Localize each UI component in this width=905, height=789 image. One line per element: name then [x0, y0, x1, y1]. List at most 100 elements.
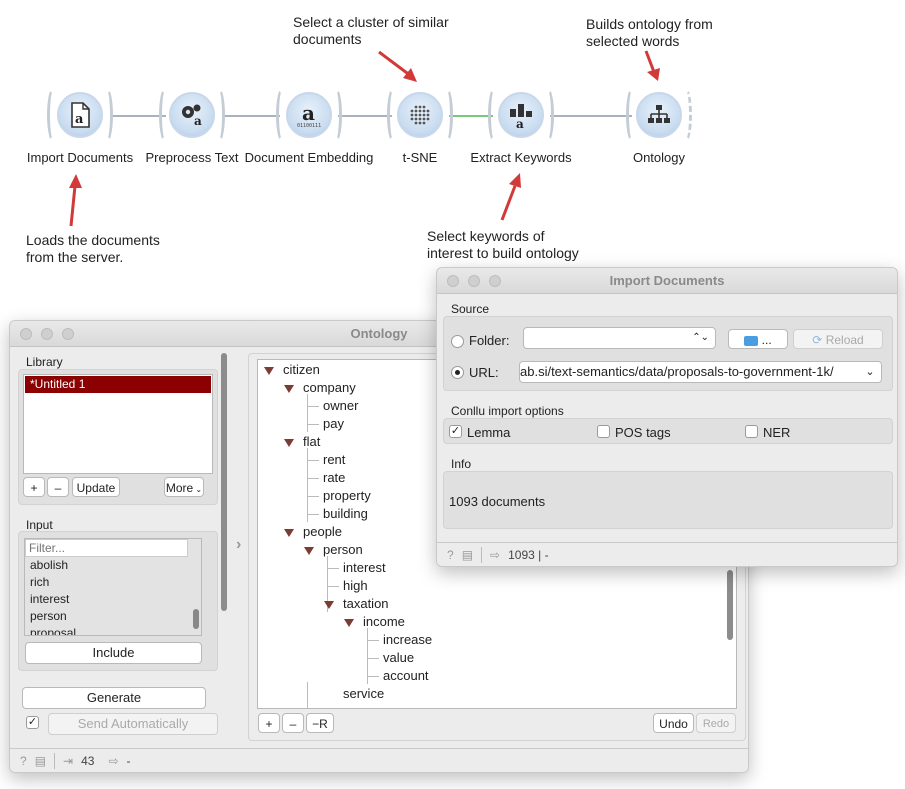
input-word[interactable]: person [30, 608, 201, 625]
undo-button[interactable]: Undo [653, 713, 694, 733]
note-ontology: Builds ontology from selected words [586, 16, 713, 49]
link-embedding-tsne [338, 115, 392, 117]
send-automatically-checkbox[interactable]: ✓ [26, 716, 39, 729]
tree-node-income[interactable]: income [363, 614, 405, 629]
left-panel-scrollbar[interactable] [221, 353, 227, 611]
tree-remove-all-button[interactable]: −R [306, 713, 334, 733]
import-documents-window: Import Documents Source Folder: ⌃⌄ ... ⟳… [436, 267, 898, 567]
tree-node-company[interactable]: company [303, 380, 356, 395]
tree-node-increase[interactable]: increase [383, 632, 432, 647]
library-remove-button[interactable]: – [47, 477, 69, 497]
input-label: Input [26, 518, 53, 532]
collapse-arrow-icon[interactable]: › [236, 536, 241, 554]
folder-select[interactable]: ⌃⌄ [523, 327, 716, 349]
close-button[interactable] [20, 328, 32, 340]
tree-node-owner[interactable]: owner [323, 398, 358, 413]
input-word[interactable]: abolish [30, 557, 201, 574]
tsne-icon [397, 92, 443, 138]
window-title: Ontology [350, 326, 408, 341]
zoom-button[interactable] [489, 275, 501, 287]
input-icon: ⇥ [63, 753, 74, 768]
tree-node-building[interactable]: building [323, 506, 368, 521]
note-import: Loads the documents from the server. [26, 232, 160, 265]
link-tsne-keywords [449, 115, 493, 117]
tree-node-account[interactable]: account [383, 668, 429, 683]
input-word[interactable]: rich [30, 574, 201, 591]
browse-folder-button[interactable]: ... [728, 329, 788, 349]
library-update-button[interactable]: Update [72, 477, 120, 497]
tree-node-service[interactable]: service [343, 686, 384, 701]
close-button[interactable] [447, 275, 459, 287]
minimize-button[interactable] [468, 275, 480, 287]
folder-radio[interactable] [451, 335, 464, 348]
ner-checkbox[interactable] [745, 425, 758, 438]
conllu-label: Conllu import options [451, 404, 564, 418]
tree-node-interest[interactable]: interest [343, 560, 386, 575]
tree-node-people[interactable]: people [303, 524, 342, 539]
tree-node-property[interactable]: property [323, 488, 371, 503]
ontology-statusbar: ? ▤ ⇥ 43 ⇨ - [10, 748, 748, 772]
library-add-button[interactable]: + [23, 477, 45, 497]
library-more-button[interactable]: More ⌄ [164, 477, 204, 497]
svg-text:a: a [516, 117, 524, 129]
redo-button[interactable]: Redo [696, 713, 736, 733]
arrow-to-ontology-icon [644, 50, 660, 81]
help-icon[interactable]: ? [447, 548, 454, 562]
tree-node-taxation[interactable]: taxation [343, 596, 389, 611]
chevron-updown-icon: ⌃⌄ [692, 332, 709, 343]
tree-node-person[interactable]: person [323, 542, 363, 557]
send-automatically-button[interactable]: Send Automatically [48, 713, 218, 735]
lemma-checkbox[interactable]: ✓ [449, 425, 462, 438]
input-count: 43 [81, 753, 95, 768]
url-field[interactable]: ab.si/text-semantics/data/proposals-to-g… [519, 361, 882, 383]
ner-label: NER [763, 425, 791, 440]
link-preprocess-embedding [222, 115, 280, 117]
zoom-button[interactable] [62, 328, 74, 340]
input-list[interactable]: abolish rich interest person proposal [24, 538, 202, 636]
ontology-icon [636, 92, 682, 138]
source-label: Source [451, 302, 490, 316]
note-tsne: Select a cluster of similar documents [293, 14, 449, 47]
library-list[interactable]: *Untitled 1 [23, 374, 213, 474]
tree-node-rate[interactable]: rate [323, 470, 345, 485]
input-word[interactable]: interest [30, 591, 201, 608]
help-icon[interactable]: ? [20, 754, 27, 768]
tree-scrollbar[interactable] [727, 570, 733, 640]
include-button[interactable]: Include [25, 642, 202, 664]
output-icon: ⇨ [108, 753, 119, 768]
library-label: Library [26, 355, 63, 369]
tree-node-flat[interactable]: flat [303, 434, 320, 449]
chevron-down-icon: ⌄ [193, 485, 203, 494]
pos-tags-label: POS tags [615, 425, 671, 440]
tree-node-citizen[interactable]: citizen [283, 362, 320, 377]
library-item[interactable]: *Untitled 1 [25, 376, 211, 393]
arrow-to-import-icon [69, 174, 82, 227]
tree-add-button[interactable]: + [258, 713, 280, 733]
url-value: ab.si/text-semantics/data/proposals-to-g… [520, 364, 834, 379]
info-text: 1093 documents [449, 494, 546, 509]
generate-button[interactable]: Generate [22, 687, 206, 709]
minimize-button[interactable] [41, 328, 53, 340]
filter-input[interactable] [25, 539, 188, 557]
input-word[interactable]: proposal [30, 625, 201, 635]
folder-label: Folder: [469, 333, 510, 348]
input-scrollbar[interactable] [193, 609, 199, 629]
pos-tags-checkbox[interactable] [597, 425, 610, 438]
note-keywords: Select keywords of interest to build onto… [427, 228, 579, 261]
report-icon[interactable]: ▤ [35, 754, 46, 768]
window-title: Import Documents [609, 273, 725, 288]
tree-node-high[interactable]: high [343, 578, 368, 593]
reload-button[interactable]: ⟳ Reload [793, 329, 883, 349]
tree-node-rent[interactable]: rent [323, 452, 345, 467]
report-icon[interactable]: ▤ [462, 548, 473, 562]
link-import-preprocess [112, 115, 166, 117]
svg-text:01100111: 01100111 [297, 123, 321, 129]
tree-node-value[interactable]: value [383, 650, 414, 665]
more-label: More [165, 481, 194, 495]
tree-remove-button[interactable]: – [282, 713, 304, 733]
node-label: Ontology [632, 150, 686, 165]
url-label: URL: [469, 365, 499, 380]
arrow-to-tsne-icon [378, 50, 417, 82]
url-radio[interactable] [451, 366, 464, 379]
tree-node-pay[interactable]: pay [323, 416, 344, 431]
